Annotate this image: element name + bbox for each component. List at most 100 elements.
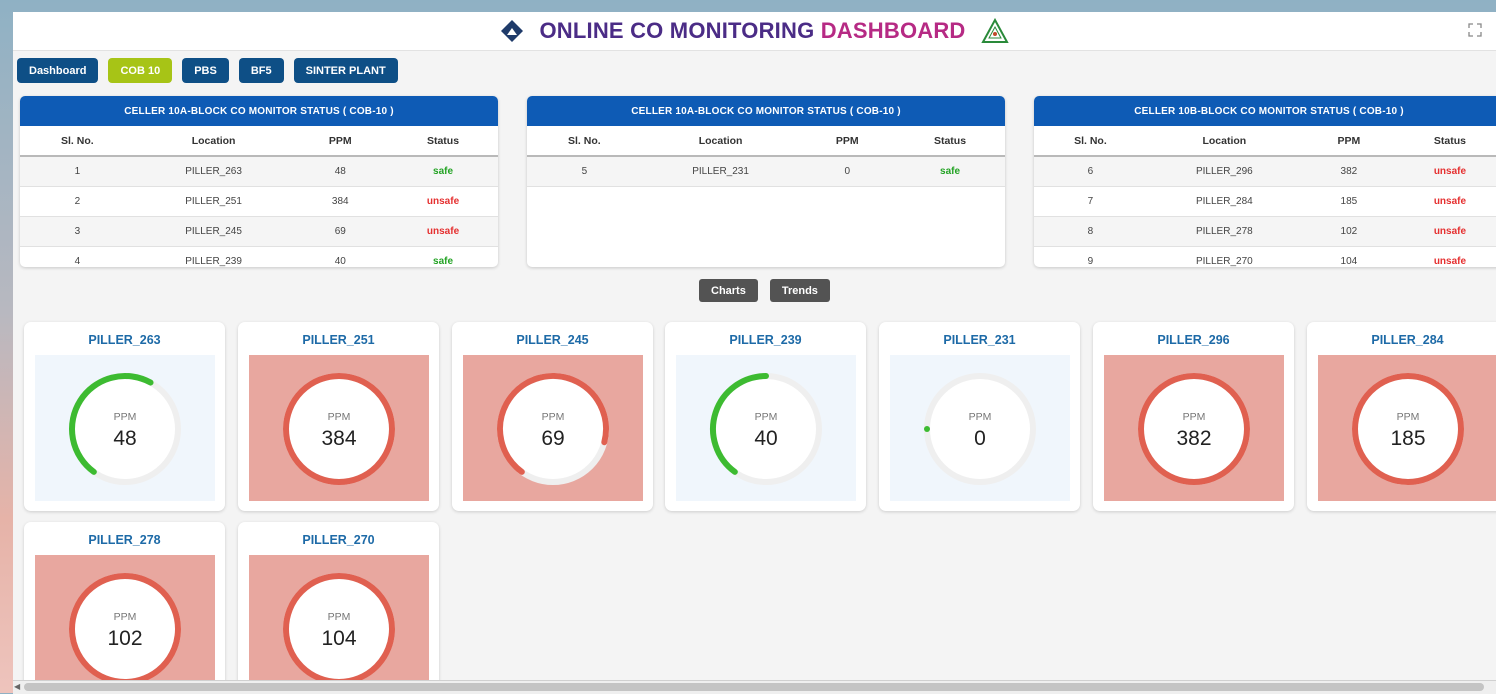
gauge-title: PILLER_251 <box>302 333 375 347</box>
cell-ppm: 0 <box>799 156 896 187</box>
cell-sl: 3 <box>20 216 135 247</box>
nav-dashboard[interactable]: Dashboard <box>17 58 99 83</box>
horizontal-scrollbar[interactable]: ◀ <box>13 680 1496 694</box>
gauge-value: 185 <box>1390 427 1426 450</box>
gauge-panel: PPM 104 <box>249 555 429 680</box>
cell-sl: 6 <box>1034 156 1147 187</box>
dashboard-window: ONLINE CO MONITORING DASHBOARD Dashboard… <box>13 12 1496 680</box>
scroll-left-icon[interactable]: ◀ <box>14 682 20 691</box>
cell-ppm: 382 <box>1301 156 1396 187</box>
scroll-thumb[interactable] <box>24 683 1484 691</box>
status-table: Sl. No. Location PPM Status 1 PILLER_263… <box>20 126 498 267</box>
gauge-unit-label: PPM <box>541 411 565 423</box>
gauge-card: PILLER_245 PPM 69 <box>452 322 653 511</box>
plant-nav: Dashboard COB 10 PBS BF5 SINTER PLANT <box>17 58 398 83</box>
cell-ppm: 104 <box>1301 246 1396 267</box>
cell-status: safe <box>388 156 498 187</box>
page-title: ONLINE CO MONITORING DASHBOARD <box>539 18 965 44</box>
cell-sl: 7 <box>1034 186 1147 217</box>
cell-sl: 8 <box>1034 216 1147 247</box>
charts-button[interactable]: Charts <box>699 279 758 302</box>
nav-bf5[interactable]: BF5 <box>238 58 284 83</box>
gauge-card: PILLER_239 PPM 40 <box>665 322 866 511</box>
col-status: Status <box>1395 126 1496 157</box>
status-panel-1: CELLER 10A-BLOCK CO MONITOR STATUS ( COB… <box>20 96 498 267</box>
gauge-unit-label: PPM <box>968 411 992 423</box>
gauge-unit-label: PPM <box>754 411 778 423</box>
nav-sinter-plant[interactable]: SINTER PLANT <box>293 58 398 83</box>
emblem-logo-icon <box>980 16 1010 46</box>
col-sl-no: Sl. No. <box>1034 126 1147 157</box>
cell-status: unsafe <box>1395 216 1496 247</box>
nav-cob-10[interactable]: COB 10 <box>108 58 173 83</box>
gauge-panel: PPM 185 <box>1318 355 1496 501</box>
col-ppm: PPM <box>1301 126 1396 157</box>
col-status: Status <box>895 126 1005 157</box>
gauge-unit-label: PPM <box>327 611 351 623</box>
expand-icon[interactable] <box>1468 23 1482 37</box>
cell-sl: 2 <box>20 186 135 217</box>
panel-title: CELLER 10A-BLOCK CO MONITOR STATUS ( COB… <box>527 96 1005 126</box>
nav-pbs[interactable]: PBS <box>182 58 229 83</box>
cell-sl: 1 <box>20 156 135 187</box>
view-switch: Charts Trends <box>699 279 830 302</box>
gauge-title: PILLER_231 <box>943 333 1016 347</box>
table-row: 9 PILLER_270 104 unsafe <box>1034 246 1496 267</box>
cell-status: unsafe <box>388 186 498 217</box>
gauge-value: 48 <box>113 427 137 450</box>
gauge-value: 382 <box>1176 427 1212 450</box>
gauge-value: 40 <box>754 427 778 450</box>
gauge-title: PILLER_296 <box>1157 333 1230 347</box>
cell-location: PILLER_296 <box>1146 156 1302 187</box>
table-row: 2 PILLER_251 384 unsafe <box>20 186 498 217</box>
gauge-card: PILLER_296 PPM 382 <box>1093 322 1294 511</box>
col-location: Location <box>134 126 293 157</box>
status-panel-3: CELLER 10B-BLOCK CO MONITOR STATUS ( COB… <box>1034 96 1496 267</box>
status-panel-2: CELLER 10A-BLOCK CO MONITOR STATUS ( COB… <box>527 96 1005 267</box>
panel-title: CELLER 10B-BLOCK CO MONITOR STATUS ( COB… <box>1034 96 1496 126</box>
cell-location: PILLER_263 <box>134 156 293 187</box>
gauge-panel: PPM 69 <box>463 355 643 501</box>
col-ppm: PPM <box>292 126 389 157</box>
gauge-value: 0 <box>974 427 986 450</box>
col-location: Location <box>641 126 800 157</box>
gauge-card: PILLER_278 PPM 102 <box>24 522 225 680</box>
table-row: 4 PILLER_239 40 safe <box>20 246 498 267</box>
cell-status: safe <box>895 156 1005 187</box>
cell-sl: 5 <box>527 156 642 187</box>
table-row: 8 PILLER_278 102 unsafe <box>1034 216 1496 247</box>
cell-location: PILLER_284 <box>1146 186 1302 217</box>
cell-sl: 4 <box>20 246 135 267</box>
cell-location: PILLER_270 <box>1146 246 1302 267</box>
gauge-panel: PPM 102 <box>35 555 215 680</box>
gauge-value: 384 <box>321 427 357 450</box>
gauge-card: PILLER_231 PPM 0 <box>879 322 1080 511</box>
gauge-title: PILLER_284 <box>1371 333 1444 347</box>
cell-location: PILLER_239 <box>134 246 293 267</box>
gauge-unit-label: PPM <box>113 411 137 423</box>
gauge-unit-label: PPM <box>1396 411 1420 423</box>
gauge-panel: PPM 0 <box>890 355 1070 501</box>
table-row: 1 PILLER_263 48 safe <box>20 156 498 187</box>
top-header: ONLINE CO MONITORING DASHBOARD <box>13 12 1496 51</box>
table-row: 3 PILLER_245 69 unsafe <box>20 216 498 247</box>
gauge-panel: PPM 48 <box>35 355 215 501</box>
cell-location: PILLER_231 <box>641 156 800 187</box>
sail-logo-icon <box>499 18 525 44</box>
gauge-value: 104 <box>321 627 357 650</box>
cell-location: PILLER_278 <box>1146 216 1302 247</box>
gauge-unit-label: PPM <box>1182 411 1206 423</box>
cell-ppm: 102 <box>1301 216 1396 247</box>
gauge-card: PILLER_270 PPM 104 <box>238 522 439 680</box>
status-table: Sl. No. Location PPM Status 6 PILLER_296… <box>1034 126 1496 267</box>
col-sl-no: Sl. No. <box>20 126 135 157</box>
gauge-title: PILLER_270 <box>302 533 375 547</box>
gauge-title: PILLER_278 <box>88 533 161 547</box>
col-ppm: PPM <box>799 126 896 157</box>
gauge-panel: PPM 384 <box>249 355 429 501</box>
gauge-unit-label: PPM <box>113 611 137 623</box>
cell-status: safe <box>388 246 498 267</box>
cell-sl: 9 <box>1034 246 1147 267</box>
cell-status: unsafe <box>388 216 498 247</box>
trends-button[interactable]: Trends <box>769 279 830 302</box>
